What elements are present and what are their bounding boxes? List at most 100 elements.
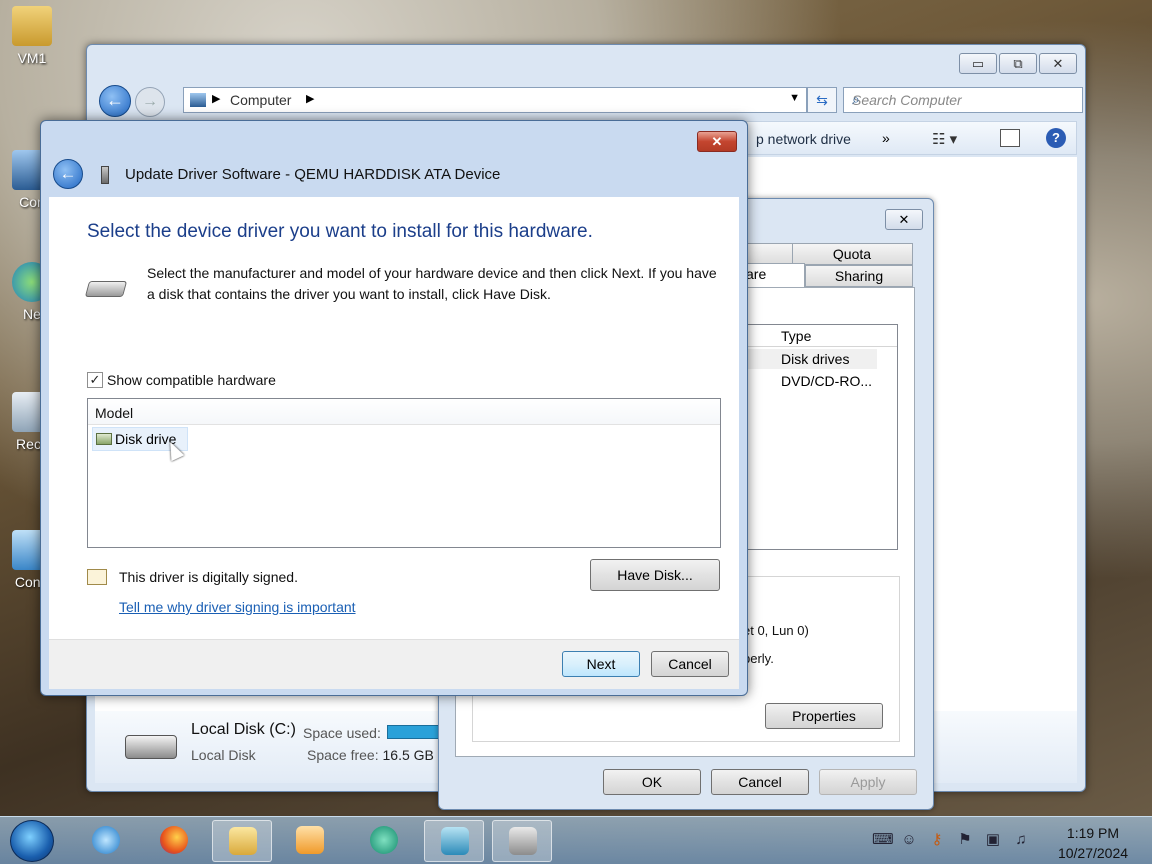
taskbar-app[interactable] xyxy=(144,820,204,862)
drive-type: Local Disk xyxy=(191,747,256,763)
certificate-icon xyxy=(87,569,107,585)
apply-button[interactable]: Apply xyxy=(819,769,917,795)
arrow-left-icon: ← xyxy=(106,90,124,110)
search-icon[interactable]: ⌕ xyxy=(852,91,1076,108)
model-list[interactable]: Model Disk drive xyxy=(87,398,721,548)
more-commands-button[interactable]: » xyxy=(882,130,890,146)
flag-icon[interactable]: ⚑ xyxy=(956,831,974,849)
list-row[interactable]: DVD/CD-RO... xyxy=(747,371,897,391)
taskbar: ⌨ ☺ ⚷ ⚑ ▣ ♫ 1:19 PM 10/27/2024 xyxy=(0,816,1152,864)
firefox-icon xyxy=(160,826,188,854)
list-header: Type xyxy=(747,325,897,347)
tab-sharing[interactable]: Sharing xyxy=(805,265,913,287)
volume-icon[interactable]: ♫ xyxy=(1012,831,1030,849)
breadcrumb-arrow-icon[interactable]: ▶ xyxy=(306,92,314,105)
minimize-button[interactable]: ▭ xyxy=(959,53,997,74)
taskbar-app[interactable] xyxy=(76,820,136,862)
arrow-right-icon: → xyxy=(142,93,158,110)
preview-pane-icon[interactable] xyxy=(1000,129,1020,147)
list-item: Disk drives xyxy=(781,351,850,367)
map-network-drive-button[interactable]: p network drive xyxy=(756,131,851,147)
start-button[interactable] xyxy=(10,820,54,862)
help-icon[interactable]: ? xyxy=(1046,128,1066,148)
show-compatible-label[interactable]: Show compatible hardware xyxy=(107,372,276,388)
taskbar-app[interactable] xyxy=(492,820,552,862)
clock-date: 10/27/2024 xyxy=(1057,845,1129,861)
view-options-icon[interactable]: ☷ ▾ xyxy=(932,130,957,148)
have-disk-button[interactable]: Have Disk... xyxy=(590,559,720,591)
media-player-icon xyxy=(296,826,324,854)
chat-icon xyxy=(370,826,398,854)
space-free-label: Space free: 16.5 GB xyxy=(307,747,434,763)
drive-name: Local Disk (C:) xyxy=(191,721,296,738)
space-free-value: 16.5 GB xyxy=(382,747,434,763)
next-button[interactable]: Next xyxy=(562,651,640,677)
file-explorer-icon xyxy=(229,827,257,855)
taskbar-app[interactable] xyxy=(354,820,414,862)
show-compatible-checkbox[interactable]: ✓ xyxy=(87,372,103,388)
driver-signing-link[interactable]: Tell me why driver signing is important xyxy=(119,599,356,615)
arrow-left-icon: ← xyxy=(59,164,77,183)
registry-editor-icon xyxy=(441,827,469,855)
close-button[interactable]: ✕ xyxy=(1039,53,1077,74)
properties-cancel-button[interactable]: Cancel xyxy=(711,769,809,795)
space-used-label: Space used: xyxy=(303,725,381,741)
taskbar-app[interactable] xyxy=(424,820,484,862)
list-row[interactable]: Disk drives xyxy=(747,349,877,369)
back-button[interactable]: ← xyxy=(99,85,131,117)
action-center-icon[interactable]: ☺ xyxy=(900,831,918,849)
back-button[interactable]: ← xyxy=(53,159,83,189)
refresh-icon: ⇆ xyxy=(816,92,828,108)
address-bar[interactable]: ▶ Computer ▶ ▼ xyxy=(183,87,807,113)
clock-time: 1:19 PM xyxy=(1066,825,1120,841)
network-tray-icon[interactable]: ▣ xyxy=(984,831,1002,849)
taskbar-app[interactable] xyxy=(280,820,340,862)
model-header-label: Model xyxy=(95,405,134,421)
system-tray: ⌨ ☺ ⚷ ⚑ ▣ ♫ xyxy=(872,831,1030,849)
dialog-title: Update Driver Software - QEMU HARDDISK A… xyxy=(125,166,501,183)
tab-hardware[interactable]: are xyxy=(739,263,805,287)
space-free-caption: Space free: xyxy=(307,747,379,763)
key-icon[interactable]: ⚷ xyxy=(928,831,946,849)
hard-drive-icon xyxy=(125,735,177,759)
disk-drive-icon xyxy=(96,433,112,445)
list-item: DVD/CD-RO... xyxy=(781,373,872,389)
update-driver-dialog: ✕ ← Update Driver Software - QEMU HARDDI… xyxy=(40,120,748,696)
column-header-type[interactable]: Type xyxy=(781,328,811,344)
keyboard-icon[interactable]: ⌨ xyxy=(872,831,894,849)
search-input[interactable]: Search Computer ⌕ xyxy=(843,87,1083,113)
hard-drive-icon xyxy=(84,281,128,297)
system-clock[interactable]: 1:19 PM 10/27/2024 xyxy=(1052,823,1134,863)
refresh-button[interactable]: ⇆ xyxy=(807,87,837,113)
instructions-text: Select the manufacturer and model of you… xyxy=(147,265,717,302)
breadcrumb-arrow-icon: ▶ xyxy=(212,93,221,105)
device-icon xyxy=(101,166,109,184)
model-column-header[interactable]: Model xyxy=(88,399,720,425)
computer-icon xyxy=(190,93,206,107)
properties-close-button[interactable]: ✕ xyxy=(885,209,923,230)
cancel-button[interactable]: Cancel xyxy=(651,651,729,677)
properties-button[interactable]: Properties xyxy=(765,703,883,729)
tab-quota[interactable]: Quota xyxy=(791,243,913,265)
breadcrumb[interactable]: Computer xyxy=(230,92,291,108)
desktop-icon-vm1[interactable]: VM1 xyxy=(2,6,62,66)
chevron-down-icon[interactable]: ▼ xyxy=(789,92,800,104)
close-button[interactable]: ✕ xyxy=(697,131,737,152)
signed-status-text: This driver is digitally signed. xyxy=(119,569,298,585)
user-folder-icon xyxy=(12,6,52,46)
address-row: ← → ▶ Computer ▶ ▼ ⇆ Search Computer ⌕ xyxy=(95,83,1083,117)
desktop-icon-label: VM1 xyxy=(17,50,47,66)
page-title: Select the device driver you want to ins… xyxy=(87,221,593,242)
forward-button[interactable]: → xyxy=(135,87,165,117)
ok-button[interactable]: OK xyxy=(603,769,701,795)
device-list[interactable]: Type Disk drives DVD/CD-RO... xyxy=(746,324,898,550)
dialog-footer: Next Cancel xyxy=(49,639,739,689)
taskbar-app[interactable] xyxy=(212,820,272,862)
internet-explorer-icon xyxy=(92,826,120,854)
desktop-icon-label: Ne xyxy=(23,306,41,322)
device-location-text: et 0, Lun 0) xyxy=(743,623,809,638)
dialog-content: Select the device driver you want to ins… xyxy=(49,197,739,639)
device-manager-icon xyxy=(509,827,537,855)
maximize-button[interactable]: ⧉ xyxy=(999,53,1037,74)
window-controls: ▭ ⧉ ✕ xyxy=(959,53,1077,74)
